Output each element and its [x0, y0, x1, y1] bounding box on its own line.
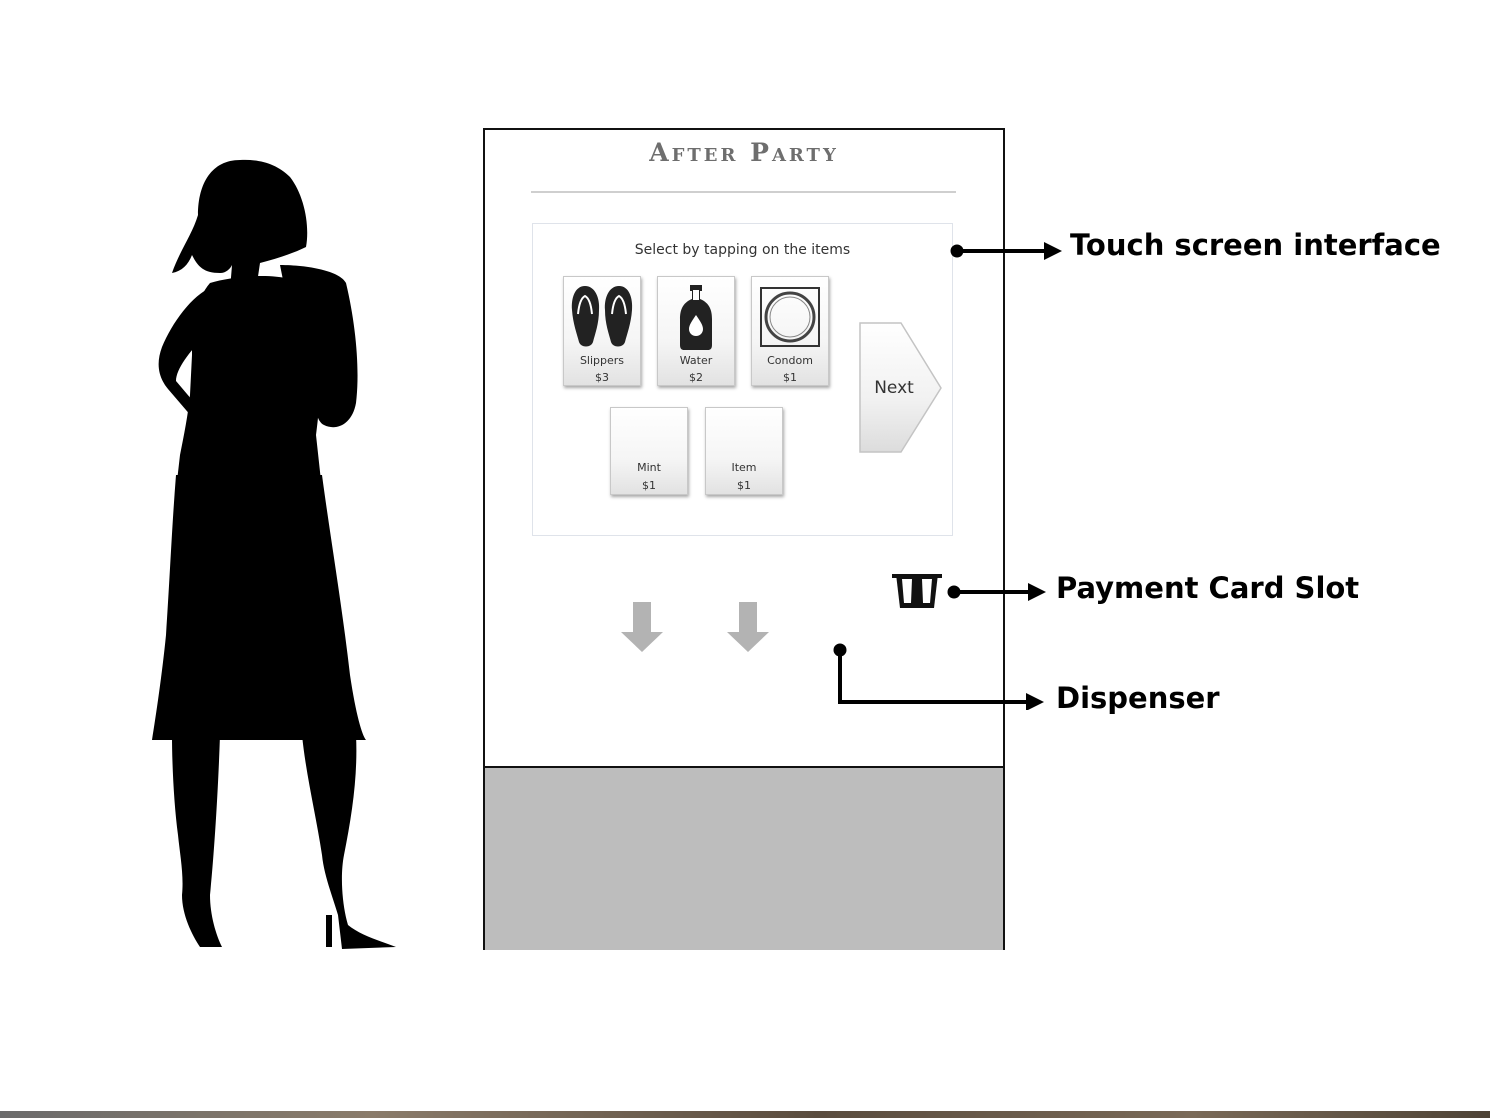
item-price: $2	[689, 371, 703, 384]
item-label: Mint	[637, 461, 661, 474]
card-slot-icon	[892, 574, 942, 608]
water-bottle-icon	[658, 281, 734, 353]
callout-dispenser: Dispenser	[1056, 681, 1220, 715]
item-tile-slippers[interactable]: Slippers $3	[563, 276, 641, 386]
item-label: Condom	[767, 354, 813, 367]
next-button-label: Next	[874, 378, 914, 398]
title-divider	[531, 191, 956, 193]
bottom-photo-strip	[0, 1111, 1490, 1118]
item-price: $1	[737, 479, 751, 492]
item-label: Slippers	[579, 354, 625, 367]
item-tile-water[interactable]: Water $2	[657, 276, 735, 386]
item-price: $3	[595, 371, 609, 384]
item-label: Item	[731, 461, 757, 474]
item-tile-generic[interactable]: Item $1	[705, 407, 783, 495]
item-price: $1	[783, 371, 797, 384]
item-tile-condom[interactable]: Condom $1	[751, 276, 829, 386]
item-tile-mint[interactable]: Mint $1	[610, 407, 688, 495]
condom-icon	[752, 281, 828, 353]
flip-flops-icon	[564, 281, 640, 353]
kiosk-base	[485, 766, 1003, 950]
callout-payment-slot: Payment Card Slot	[1056, 571, 1360, 605]
kiosk-body: After Party Select by tapping on the ite…	[483, 128, 1005, 950]
callout-touch-screen: Touch screen interface	[1070, 228, 1441, 262]
item-price: $1	[642, 479, 656, 492]
dispenser-arrow-down-icon	[727, 602, 769, 652]
item-label: Water	[679, 354, 713, 367]
touch-screen[interactable]: Select by tapping on the items Slippers …	[532, 223, 953, 536]
dispenser-connector	[833, 643, 1044, 710]
woman-silhouette	[152, 159, 396, 949]
dispenser-arrow-down-icon	[621, 602, 663, 652]
callout-connectors	[947, 242, 1062, 601]
screen-prompt: Select by tapping on the items	[634, 242, 851, 258]
kiosk-title: After Party	[649, 138, 839, 167]
